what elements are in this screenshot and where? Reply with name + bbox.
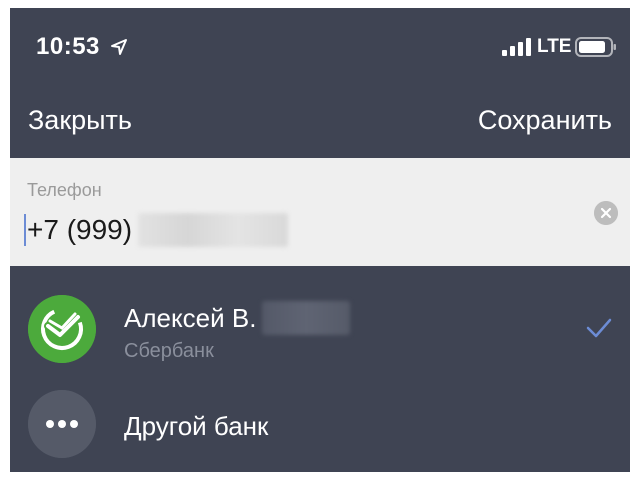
redacted-phone-digits bbox=[138, 213, 289, 247]
checkmark-icon bbox=[586, 318, 612, 338]
close-button[interactable]: Закрыть bbox=[28, 105, 132, 136]
transfer-recipient-screen: 10:53 LTE Закрыть Сохранить Телефон +7 (… bbox=[10, 8, 630, 472]
clear-circle-icon[interactable] bbox=[594, 201, 618, 225]
save-button[interactable]: Сохранить bbox=[478, 105, 612, 136]
account-name: Алексей В. bbox=[124, 302, 257, 333]
network-type-label: LTE bbox=[537, 36, 572, 57]
status-bar: 10:53 LTE bbox=[10, 8, 630, 88]
signal-bars-icon bbox=[502, 38, 531, 56]
other-bank-label: Другой банк bbox=[124, 411, 269, 441]
nav-bar: Закрыть Сохранить bbox=[10, 88, 630, 158]
more-dots-icon bbox=[28, 390, 96, 458]
account-name-row: Алексей В. bbox=[124, 301, 351, 335]
bank-option-sberbank[interactable]: Алексей В. Сбербанк bbox=[10, 287, 630, 375]
status-time: 10:53 bbox=[36, 33, 100, 60]
bank-option-other[interactable]: Другой банк bbox=[10, 384, 630, 472]
redacted-surname bbox=[262, 301, 351, 335]
sberbank-logo-icon bbox=[28, 295, 96, 363]
location-arrow-icon bbox=[111, 39, 127, 55]
text-caret bbox=[24, 214, 26, 246]
phone-input[interactable]: +7 (999) bbox=[24, 210, 289, 250]
phone-value: +7 (999) bbox=[27, 214, 133, 245]
battery-icon bbox=[575, 37, 616, 57]
phone-field-label: Телефон bbox=[27, 180, 102, 200]
bank-name: Сбербанк bbox=[124, 340, 214, 362]
phone-field[interactable]: Телефон +7 (999) bbox=[10, 158, 630, 266]
